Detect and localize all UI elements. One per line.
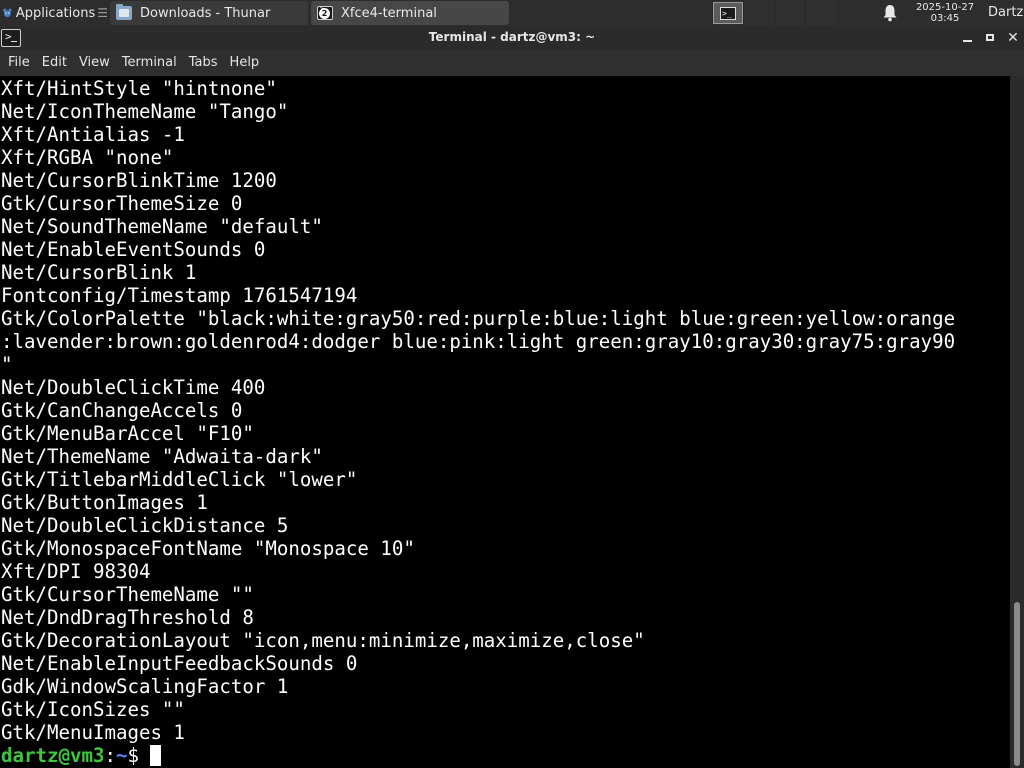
prompt-path: ~	[115, 744, 128, 767]
menu-view[interactable]: View	[73, 50, 116, 76]
terminal-line: Gtk/MenuImages 1	[1, 721, 185, 744]
window-titlebar[interactable]: Terminal - dartz@vm3: ~ ✕	[0, 26, 1024, 50]
menu-terminal[interactable]: Terminal	[116, 50, 183, 76]
workspace-4[interactable]	[805, 0, 836, 26]
applications-menu-button[interactable]: Applications ☰	[0, 0, 108, 26]
user-menu[interactable]: Dartz	[988, 0, 1023, 26]
maximize-button[interactable]	[980, 26, 1000, 50]
terminal-line: Gtk/CanChangeAccels 0	[1, 399, 243, 422]
terminal-line: Gtk/ButtonImages 1	[1, 491, 208, 514]
window-title: Terminal - dartz@vm3: ~	[428, 30, 596, 44]
terminal-line: Xft/HintStyle "hintnone"	[1, 77, 277, 100]
taskbar-item-terminal[interactable]: 2 Xfce4-terminal	[311, 1, 509, 25]
terminal-output[interactable]: Xft/HintStyle "hintnone" Net/IconThemeNa…	[0, 76, 1010, 768]
workspace-1[interactable]: >_	[712, 0, 743, 26]
workspace-3[interactable]	[774, 0, 805, 26]
workspace-switcher: >_	[712, 0, 836, 26]
notification-bell-icon[interactable]	[882, 4, 898, 22]
applications-label: Applications	[15, 5, 96, 21]
terminal-line: Net/EnableEventSounds 0	[1, 238, 266, 261]
terminal-line: Net/CursorBlink 1	[1, 261, 197, 284]
text-cursor	[150, 745, 162, 766]
terminal-line: Gtk/TitlebarMiddleClick "lower"	[1, 468, 358, 491]
menu-tabs[interactable]: Tabs	[183, 50, 224, 76]
shell-prompt[interactable]: dartz@vm3:~$	[1, 744, 1010, 767]
terminal-line: Net/IconThemeName "Tango"	[1, 100, 289, 123]
close-button[interactable]: ✕	[1003, 26, 1023, 50]
terminal-scrollbar[interactable]	[1010, 76, 1024, 768]
menu-bar: File Edit View Terminal Tabs Help	[0, 50, 1024, 76]
clock-date: 2025-10-27	[915, 2, 975, 13]
terminal-line: :lavender:brown:goldenrod4:dodger blue:p…	[1, 330, 956, 353]
folder-icon	[116, 4, 132, 20]
taskbar-label-thunar: Downloads - Thunar	[140, 5, 271, 21]
workspace-2[interactable]	[743, 0, 774, 26]
maximize-icon	[986, 34, 994, 41]
scrollbar-thumb[interactable]	[1014, 602, 1020, 766]
minimize-icon	[963, 40, 972, 42]
top-panel: Applications ☰ Downloads - Thunar 2 Xfce…	[0, 0, 1024, 26]
close-icon: ✕	[1007, 30, 1019, 46]
prompt-separator: :	[104, 744, 116, 767]
terminal-line: Xft/DPI 98304	[1, 560, 151, 583]
terminal-line: Gtk/IconSizes ""	[1, 698, 185, 721]
terminal-line: Gtk/MenuBarAccel "F10"	[1, 422, 254, 445]
terminal-line: Gdk/WindowScalingFactor 1	[1, 675, 289, 698]
terminal-line: Xft/Antialias -1	[1, 123, 185, 146]
window-count-badge: 2	[319, 8, 330, 19]
menu-edit[interactable]: Edit	[36, 50, 73, 76]
terminal-line: Net/SoundThemeName "default"	[1, 215, 323, 238]
prompt-symbol: $	[127, 744, 151, 767]
minimize-button[interactable]	[958, 26, 978, 50]
terminal-line: Gtk/ColorPalette "black:white:gray50:red…	[1, 307, 956, 330]
terminal-line: Net/DoubleClickDistance 5	[1, 514, 289, 537]
terminal-line: Gtk/CursorThemeSize 0	[1, 192, 243, 215]
terminal-line: Gtk/DecorationLayout "icon,menu:minimize…	[1, 629, 645, 652]
clock-time: 03:45	[930, 13, 960, 24]
terminal-line: Xft/RGBA "none"	[1, 146, 174, 169]
menu-help[interactable]: Help	[224, 50, 266, 76]
taskbar-item-thunar[interactable]: Downloads - Thunar	[110, 1, 308, 25]
terminal-icon: >_	[720, 6, 736, 20]
terminal-line: "	[1, 353, 13, 376]
terminal-line: Net/CursorBlinkTime 1200	[1, 169, 277, 192]
prompt-user-host: dartz@vm3	[1, 744, 105, 767]
terminal-line: Gtk/MonospaceFontName "Monospace 10"	[1, 537, 415, 560]
panel-clock[interactable]: 2025-10-27 03:45	[906, 0, 984, 26]
terminal-line: Net/DoubleClickTime 400	[1, 376, 266, 399]
xfce-mouse-icon	[3, 8, 12, 18]
taskbar-label-terminal: Xfce4-terminal	[341, 5, 437, 21]
terminal-line: Gtk/CursorThemeName ""	[1, 583, 254, 606]
menu-file[interactable]: File	[2, 50, 36, 76]
workspace-thumbnail: >_	[713, 2, 743, 24]
terminal-line: Net/EnableInputFeedbackSounds 0	[1, 652, 358, 675]
terminal-line: Net/ThemeName "Adwaita-dark"	[1, 445, 323, 468]
terminal-line: Net/DndDragThreshold 8	[1, 606, 254, 629]
menu-separator-icon: ☰	[97, 6, 108, 20]
terminal-line: Fontconfig/Timestamp 1761547194	[1, 284, 358, 307]
